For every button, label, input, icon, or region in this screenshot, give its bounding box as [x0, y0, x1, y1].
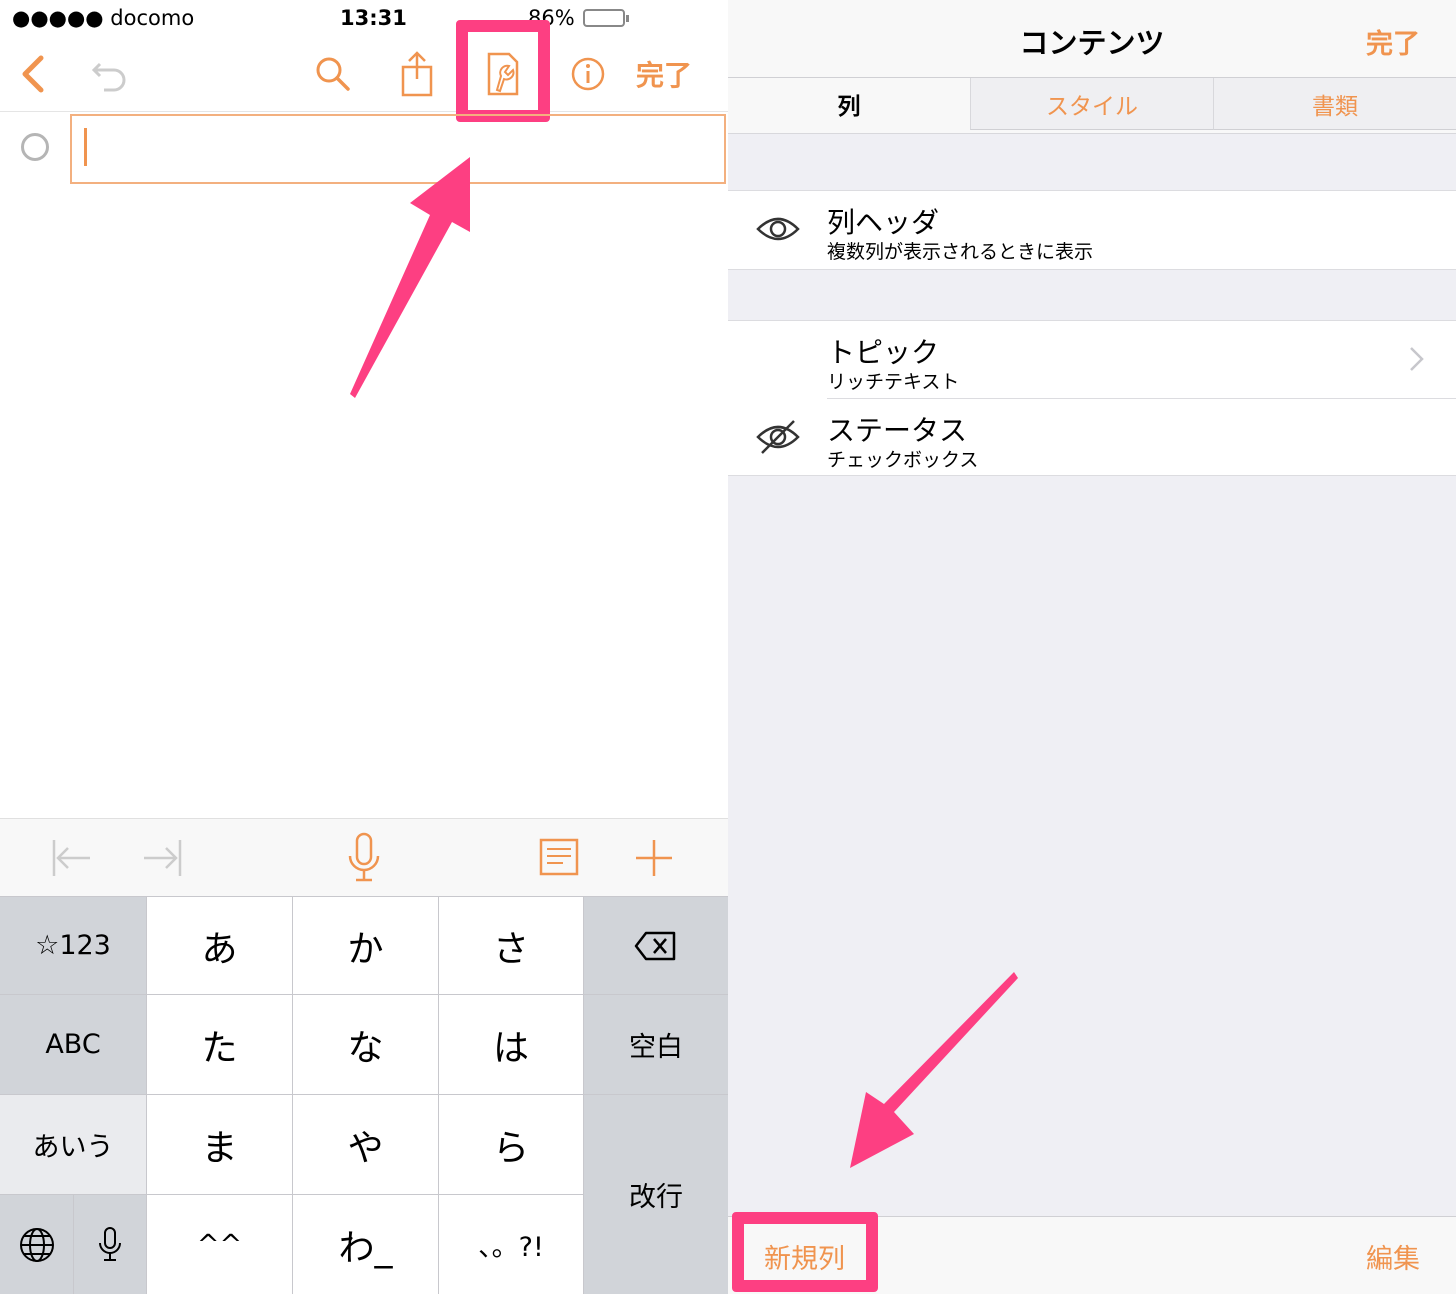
- backspace-icon: [634, 931, 676, 960]
- cell-title: 列ヘッダ: [827, 206, 940, 239]
- outline-editor-screen: ●●●●● docomo 13:31 86% 完了 ☆123 あ か さ ABC…: [0, 0, 728, 1294]
- info-button[interactable]: [566, 50, 610, 98]
- info-icon: [571, 57, 605, 91]
- microphone-icon: [99, 1226, 121, 1261]
- editor-toolbar: 完了: [0, 38, 728, 112]
- key-delete[interactable]: [584, 897, 728, 994]
- eye-icon: [756, 217, 800, 241]
- done-button[interactable]: 完了: [632, 50, 696, 98]
- key-wa[interactable]: わ_: [293, 1195, 438, 1294]
- edit-button[interactable]: 編集: [1366, 1237, 1420, 1276]
- row-status-circle-icon[interactable]: [21, 133, 49, 161]
- note-icon: [539, 838, 579, 876]
- column-cell-status[interactable]: ステータス チェックボックス: [728, 399, 1456, 475]
- tab-columns[interactable]: 列: [728, 78, 970, 130]
- share-button[interactable]: [394, 50, 440, 98]
- row-text-field[interactable]: [70, 114, 726, 184]
- key-ya[interactable]: や: [293, 1095, 438, 1194]
- key-globe[interactable]: [0, 1195, 73, 1294]
- back-button[interactable]: [12, 50, 52, 98]
- keyboard-accessory-bar: [0, 818, 728, 896]
- key-kana-toggle[interactable]: あいう: [0, 1095, 146, 1194]
- tab-document[interactable]: 書類: [1213, 78, 1456, 130]
- key-punctuation[interactable]: 、。?!: [439, 1195, 583, 1294]
- search-button[interactable]: [310, 50, 354, 98]
- key-emoticon[interactable]: ^^: [147, 1195, 292, 1294]
- key-na[interactable]: な: [293, 995, 438, 1094]
- outline-row: [0, 112, 728, 184]
- cell-subtitle: 複数列が表示されるときに表示: [827, 241, 1094, 263]
- outdent-button[interactable]: [50, 833, 94, 883]
- page-title: コンテンツ: [1019, 26, 1165, 60]
- undo-button[interactable]: [88, 50, 132, 98]
- undo-icon: [91, 62, 126, 92]
- clock: 13:31: [340, 6, 407, 30]
- nav-bar: コンテンツ 完了: [728, 0, 1456, 78]
- column-cell-topic[interactable]: トピック リッチテキスト: [728, 321, 1456, 397]
- key-sa[interactable]: さ: [439, 897, 583, 994]
- search-icon: [316, 57, 350, 91]
- chevron-left-icon: [22, 55, 44, 93]
- key-mic[interactable]: [74, 1195, 146, 1294]
- cell-title: ステータス: [827, 414, 968, 447]
- outdent-icon: [52, 840, 90, 876]
- key-ta[interactable]: た: [147, 995, 292, 1094]
- add-row-button[interactable]: [632, 833, 676, 883]
- indent-icon: [144, 840, 182, 876]
- text-cursor: [84, 128, 87, 166]
- column-header-cell[interactable]: 列ヘッダ 複数列が表示されるときに表示: [728, 191, 1456, 267]
- dictation-button[interactable]: [342, 832, 386, 883]
- inspector-highlight: [456, 20, 550, 122]
- new-column-highlight: [732, 1212, 878, 1292]
- battery-icon: [582, 9, 629, 27]
- key-return[interactable]: 改行: [584, 1095, 728, 1294]
- key-ra[interactable]: ら: [439, 1095, 583, 1194]
- key-a[interactable]: あ: [147, 897, 292, 994]
- carrier-label: ●●●●● docomo: [12, 6, 195, 30]
- key-ma[interactable]: ま: [147, 1095, 292, 1194]
- columns-group: トピック リッチテキスト ステータス チェックボックス: [728, 320, 1456, 476]
- cell-subtitle: チェックボックス: [827, 449, 979, 471]
- key-space[interactable]: 空白: [584, 995, 728, 1094]
- plus-icon: [636, 840, 672, 876]
- contents-inspector-screen: コンテンツ 完了 列 スタイル 書類 列ヘッダ 複数列が表示されるときに表示 ト…: [728, 0, 1456, 1294]
- status-bar: ●●●●● docomo 13:31 86%: [0, 0, 728, 38]
- segmented-control: 列 スタイル 書類: [728, 78, 1456, 134]
- key-ka[interactable]: か: [293, 897, 438, 994]
- eye-slash-icon: [756, 420, 800, 454]
- key-numbers[interactable]: ☆123: [0, 897, 146, 994]
- key-abc[interactable]: ABC: [0, 995, 146, 1094]
- tab-style[interactable]: スタイル: [970, 78, 1213, 130]
- cell-title: トピック: [827, 336, 940, 369]
- share-icon: [401, 51, 433, 97]
- cell-subtitle: リッチテキスト: [827, 371, 960, 393]
- japanese-keyboard: ☆123 あ か さ ABC た な は 空白 あいう ま や ら 改行 ^^ …: [0, 896, 728, 1294]
- key-ha[interactable]: は: [439, 995, 583, 1094]
- globe-icon: [19, 1227, 54, 1262]
- chevron-right-icon: [1410, 347, 1424, 371]
- microphone-icon: [348, 832, 380, 882]
- done-button[interactable]: 完了: [1366, 22, 1420, 61]
- indent-button[interactable]: [140, 833, 184, 883]
- header-group: 列ヘッダ 複数列が表示されるときに表示: [728, 190, 1456, 270]
- note-button[interactable]: [538, 833, 580, 883]
